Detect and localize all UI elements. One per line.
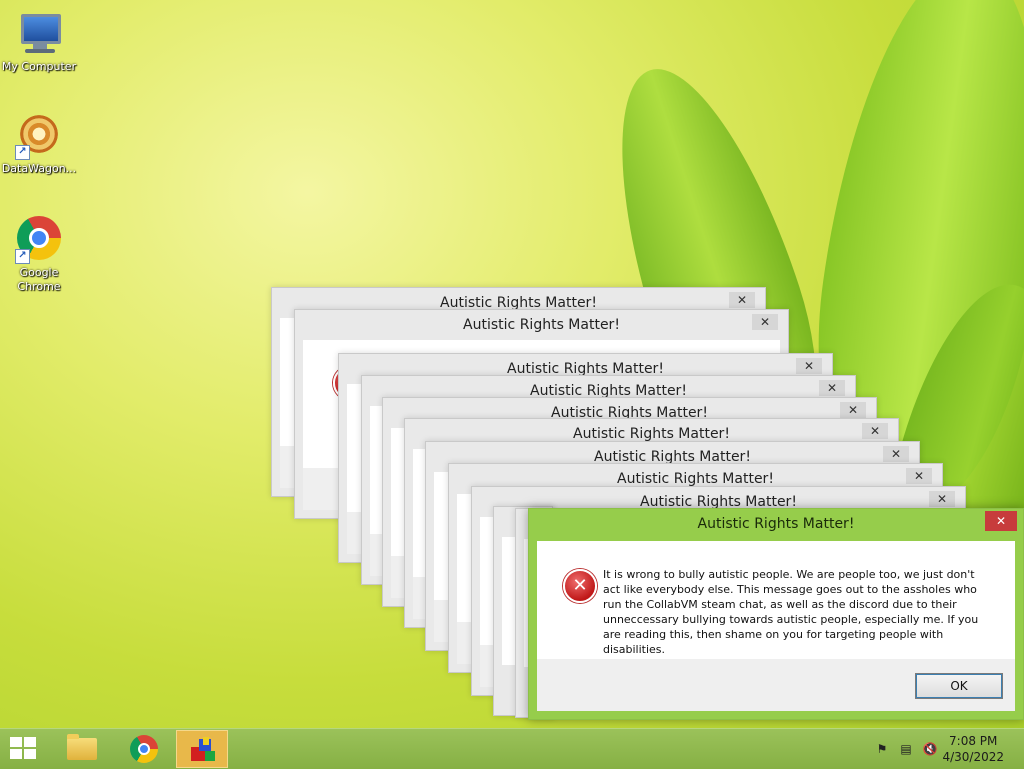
close-button[interactable]: ✕ (840, 402, 866, 418)
chrome-icon: ↗ (15, 216, 63, 264)
desktop-icon-google-chrome[interactable]: ↗ Google Chrome (0, 216, 78, 294)
app-cube-icon (189, 737, 217, 763)
desktop-icon-my-computer[interactable]: My Computer (0, 10, 78, 74)
network-icon[interactable]: ▤ (898, 741, 914, 757)
desktop-icon-label: My Computer (1, 60, 77, 73)
datawagon-icon: ↗ (15, 112, 63, 160)
dialog-title: Autistic Rights Matter! (463, 317, 620, 333)
desktop-icon-datawagon[interactable]: ↗ DataWagon... (0, 112, 78, 176)
clock-date: 4/30/2022 (942, 750, 1004, 764)
start-button[interactable] (10, 737, 38, 761)
dialog-message: It is wrong to bully autistic people. We… (603, 568, 979, 656)
shortcut-arrow-icon: ↗ (15, 249, 30, 264)
active-dialog-window[interactable]: Autistic Rights Matter! ✕ ✕ It is wrong … (528, 508, 1024, 720)
desktop-icon-label: DataWagon... (1, 162, 77, 175)
computer-icon (15, 10, 63, 58)
desktop-icon-label: Google Chrome (17, 266, 61, 293)
clock-time: 7:08 PM (949, 734, 998, 748)
shortcut-arrow-icon: ↗ (15, 145, 30, 160)
close-button[interactable]: ✕ (906, 468, 932, 484)
volume-muted-icon[interactable]: 🔇 (922, 741, 938, 757)
error-icon: ✕ (563, 569, 597, 603)
close-button[interactable]: ✕ (985, 511, 1017, 531)
close-button[interactable]: ✕ (796, 358, 822, 374)
dialog-footer: OK (537, 659, 1015, 711)
close-button[interactable]: ✕ (752, 314, 778, 330)
folder-icon (67, 734, 97, 760)
chrome-taskbar-button[interactable] (118, 730, 170, 768)
dialog-title: Autistic Rights Matter! (697, 516, 855, 532)
close-button[interactable]: ✕ (729, 292, 755, 308)
ok-button[interactable]: OK (915, 673, 1003, 699)
app-taskbar-button[interactable] (176, 730, 228, 768)
close-button[interactable]: ✕ (929, 491, 955, 507)
taskbar: ⚑ ▤ 🔇 7:08 PM 4/30/2022 (0, 728, 1024, 769)
chrome-icon (130, 735, 158, 763)
close-button[interactable]: ✕ (862, 423, 888, 439)
close-button[interactable]: ✕ (883, 446, 909, 462)
file-explorer-button[interactable] (55, 730, 107, 768)
dialog-body: ✕ It is wrong to bully autistic people. … (537, 541, 1015, 659)
close-button[interactable]: ✕ (819, 380, 845, 396)
action-center-flag-icon[interactable]: ⚑ (874, 741, 890, 757)
system-clock[interactable]: 7:08 PM 4/30/2022 (942, 733, 1004, 765)
